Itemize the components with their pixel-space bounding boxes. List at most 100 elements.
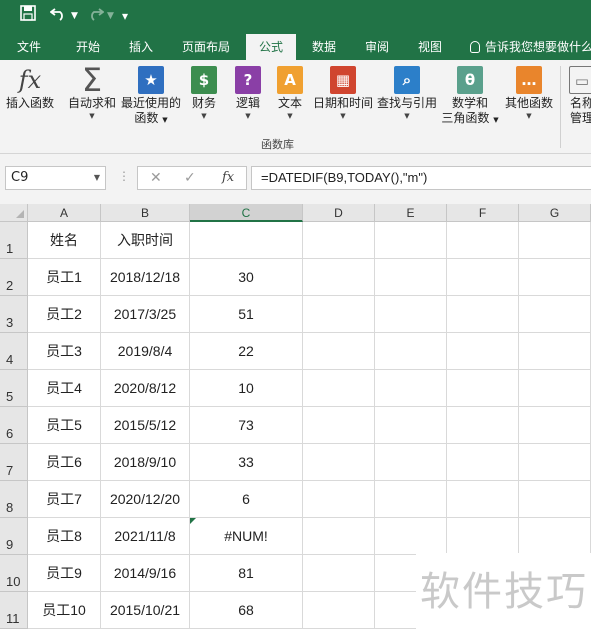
name-box[interactable]: C9 ▼ [5,166,106,190]
cell-c11[interactable]: 68 [190,592,303,629]
name-manager-button[interactable]: ▭ 名称 管理 [562,62,591,126]
cell-b4[interactable]: 2019/8/4 [101,333,190,370]
column-header-c[interactable]: C [190,204,303,222]
autosum-button[interactable]: Σ 自动求和 ▼ [64,62,120,121]
cell-b10[interactable]: 2014/9/16 [101,555,190,592]
redo-icon[interactable] [86,5,105,26]
cell-g6[interactable] [519,407,591,444]
cell-c10[interactable]: 81 [190,555,303,592]
cell-d8[interactable] [303,481,375,518]
cell-e6[interactable] [375,407,447,444]
cell-f9[interactable] [447,518,519,555]
save-icon[interactable] [20,5,36,26]
enter-icon[interactable]: ✓ [184,170,196,186]
cell-c9[interactable]: #NUM! [190,518,303,555]
column-header-f[interactable]: F [447,204,519,222]
cell-e9[interactable] [375,518,447,555]
column-header-e[interactable]: E [375,204,447,222]
formula-bar-grip-icon[interactable]: ⋮ [118,169,130,183]
math-trig-button[interactable]: θ 数学和 三角函数 ▼ [440,62,500,128]
row-header[interactable]: 9 [0,518,28,555]
cell-b3[interactable]: 2017/3/25 [101,296,190,333]
cell-b2[interactable]: 2018/12/18 [101,259,190,296]
cell-c2[interactable]: 30 [190,259,303,296]
cell-g7[interactable] [519,444,591,481]
cell-d10[interactable] [303,555,375,592]
cell-d1[interactable] [303,222,375,259]
cell-a3[interactable]: 员工2 [28,296,101,333]
formula-input[interactable]: =DATEDIF(B9,TODAY(),"m") [251,166,591,190]
cell-e8[interactable] [375,481,447,518]
cell-e2[interactable] [375,259,447,296]
cell-a1[interactable]: 姓名 [28,222,101,259]
select-all-corner[interactable] [0,204,28,222]
logical-button[interactable]: ? 逻辑 ▼ [228,62,268,121]
column-header-a[interactable]: A [28,204,101,222]
column-header-g[interactable]: G [519,204,591,222]
cell-e4[interactable] [375,333,447,370]
cell-f3[interactable] [447,296,519,333]
customize-icon[interactable]: ▾ [122,6,128,26]
tab-insert[interactable]: 插入 [116,34,166,60]
cell-e7[interactable] [375,444,447,481]
recently-used-button[interactable]: ★ 最近使用的 函数 ▼ [120,62,182,128]
cell-b9[interactable]: 2021/11/8 [101,518,190,555]
row-header[interactable]: 3 [0,296,28,333]
row-header[interactable]: 6 [0,407,28,444]
cell-f5[interactable] [447,370,519,407]
cell-b8[interactable]: 2020/12/20 [101,481,190,518]
tab-formulas[interactable]: 公式 [246,34,296,60]
cancel-icon[interactable]: ✕ [150,170,162,186]
cell-c3[interactable]: 51 [190,296,303,333]
cell-f2[interactable] [447,259,519,296]
cell-g3[interactable] [519,296,591,333]
cell-b5[interactable]: 2020/8/12 [101,370,190,407]
cell-a2[interactable]: 员工1 [28,259,101,296]
text-button[interactable]: A 文本 ▼ [270,62,310,121]
cell-d11[interactable] [303,592,375,629]
tab-home[interactable]: 开始 [62,34,114,60]
row-header[interactable]: 5 [0,370,28,407]
cell-a11[interactable]: 员工10 [28,592,101,629]
row-header[interactable]: 2 [0,259,28,296]
tell-me-box[interactable]: 告诉我您想要做什么 [470,34,591,60]
row-header[interactable]: 8 [0,481,28,518]
cell-g9[interactable] [519,518,591,555]
insert-function-icon[interactable]: fx [222,170,234,185]
cell-g1[interactable] [519,222,591,259]
cell-b11[interactable]: 2015/10/21 [101,592,190,629]
cell-f8[interactable] [447,481,519,518]
cell-c8[interactable]: 6 [190,481,303,518]
cell-g5[interactable] [519,370,591,407]
cell-e1[interactable] [375,222,447,259]
cell-d7[interactable] [303,444,375,481]
cell-g4[interactable] [519,333,591,370]
tab-review[interactable]: 审阅 [352,34,402,60]
cell-e3[interactable] [375,296,447,333]
tab-page-layout[interactable]: 页面布局 [172,34,240,60]
cell-d3[interactable] [303,296,375,333]
row-header[interactable]: 10 [0,555,28,592]
cell-c6[interactable]: 73 [190,407,303,444]
chevron-down-icon[interactable]: ▼ [94,167,100,189]
cell-f1[interactable] [447,222,519,259]
cell-a5[interactable]: 员工4 [28,370,101,407]
cell-a4[interactable]: 员工3 [28,333,101,370]
redo-dropdown-icon[interactable]: ▼ [107,11,114,21]
cell-f7[interactable] [447,444,519,481]
cell-c5[interactable]: 10 [190,370,303,407]
row-header[interactable]: 11 [0,592,28,629]
financial-button[interactable]: $ 财务 ▼ [184,62,224,121]
column-header-d[interactable]: D [303,204,375,222]
row-header[interactable]: 1 [0,222,28,259]
undo-dropdown-icon[interactable]: ▼ [71,11,78,21]
cell-g8[interactable] [519,481,591,518]
more-functions-button[interactable]: … 其他函数 ▼ [502,62,556,121]
cell-b7[interactable]: 2018/9/10 [101,444,190,481]
cell-f6[interactable] [447,407,519,444]
cell-d2[interactable] [303,259,375,296]
insert-function-button[interactable]: fx 插入函数 [2,62,58,111]
cell-e5[interactable] [375,370,447,407]
cell-g2[interactable] [519,259,591,296]
cell-d4[interactable] [303,333,375,370]
